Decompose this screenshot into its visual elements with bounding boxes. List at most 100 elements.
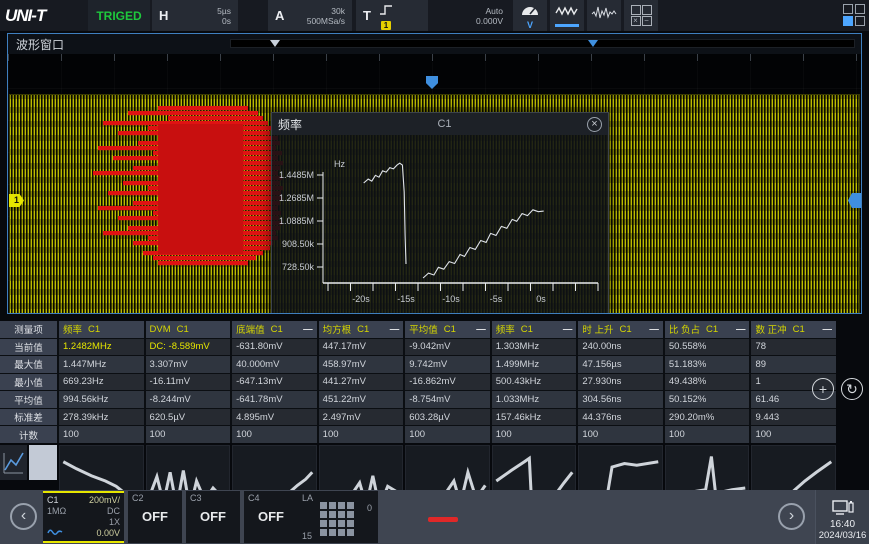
measure-value: 9.443 [751, 409, 836, 426]
system-time: 16:40 [830, 519, 855, 530]
measure-value: -16.862mV [405, 374, 490, 391]
trigger-settings-button[interactable]: T 1 [356, 0, 428, 31]
statistic-dash-icon: — [649, 324, 659, 335]
measure-header[interactable]: 平均值C1— [405, 321, 490, 338]
measure-value: 100 [492, 426, 577, 443]
measure-value: 278.39kHz [59, 409, 144, 426]
channel-c3-card[interactable]: C3 OFF [186, 491, 240, 543]
svg-text:-10s: -10s [442, 294, 460, 304]
channel-c2-card[interactable]: C2 OFF [128, 491, 182, 543]
statistic-dash-icon: — [303, 324, 313, 335]
trend-selected-cell[interactable] [29, 445, 57, 480]
measure-value: 100 [146, 426, 231, 443]
top-toolbar: UNI-T TRIGED H 5µs 0s A 30k 500MSa/s T 1 [0, 0, 869, 31]
row-label: 当前值 [0, 339, 57, 356]
waveform-window-titlebar: 波形窗口 [8, 34, 861, 54]
measure-header[interactable]: DVMC1 [146, 321, 231, 338]
measure-value: 47.156µs [578, 356, 663, 373]
measure-value: 50.152% [665, 391, 750, 408]
svg-text:908.50k: 908.50k [282, 239, 315, 249]
close-icon[interactable]: × [587, 117, 602, 132]
measure-value: 451.22mV [319, 391, 404, 408]
dvm-volt-label: V [527, 21, 533, 29]
measure-header[interactable]: 均方根C1— [319, 321, 404, 338]
row-label: 标准差 [0, 409, 57, 426]
graticule-area: 1 频率 C1 × 1.4485M1.2685M1.0885M908.50k72… [8, 54, 861, 313]
measure-value: DC: -8.589mV [146, 339, 231, 356]
measure-header[interactable]: 时 上升C1— [578, 321, 663, 338]
measure-header[interactable]: 频率C1 [59, 321, 144, 338]
row-label: 测量项 [0, 321, 57, 338]
measure-value: 27.930ns [578, 374, 663, 391]
measure-header[interactable]: 底端值C1— [232, 321, 317, 338]
la-label: LA [302, 493, 313, 503]
measure-value: -8.754mV [405, 391, 490, 408]
measure-value: 157.46kHz [492, 409, 577, 426]
measure-value: 304.56ns [578, 391, 663, 408]
window-dropdown-icon[interactable] [270, 40, 280, 47]
prev-page-button[interactable]: ‹ [10, 503, 37, 530]
add-measurement-button[interactable]: + [812, 378, 834, 400]
horizontal-settings-button[interactable]: H 5µs 0s [152, 0, 238, 31]
measurement-side-tools: + ↻ [812, 378, 863, 400]
acquire-settings-button[interactable]: A 30k 500MSa/s [268, 0, 352, 31]
measure-value: 51.183% [665, 356, 750, 373]
measure-value: 620.5µV [146, 409, 231, 426]
brand-logo: UNI-T [0, 0, 88, 31]
trigger-source-badge: 1 [381, 21, 391, 30]
measure-header[interactable]: 频率C1— [492, 321, 577, 338]
measure-value: 49.438% [665, 374, 750, 391]
statistic-dash-icon: — [736, 324, 746, 335]
oscilloscope-screen: UNI-T TRIGED H 5µs 0s A 30k 500MSa/s T 1 [0, 0, 869, 544]
position-marker-icon[interactable] [588, 40, 598, 47]
measure-value: 447.17mV [319, 339, 404, 356]
waveform-tool-button[interactable] [550, 0, 584, 31]
measure-value: -16.11mV [146, 374, 231, 391]
popup-titlebar[interactable]: 频率 C1 × [272, 113, 608, 135]
window-manage-button[interactable]: × − [624, 0, 658, 31]
measure-header[interactable]: 比 负占C1— [665, 321, 750, 338]
measure-value: 994.56kHz [59, 391, 144, 408]
memory-depth-value: 30k [331, 6, 345, 16]
fft-tool-button[interactable] [587, 0, 621, 31]
horizontal-position-bar[interactable] [230, 39, 855, 48]
svg-text:1.0885M: 1.0885M [279, 216, 314, 226]
c1-impedance: 1MΩ [47, 506, 66, 517]
trigger-mode-readout[interactable]: Auto 0.000V [452, 0, 510, 31]
trigger-mode-value: Auto [486, 6, 504, 16]
channel-c4-card[interactable]: C4 OFF [244, 491, 298, 543]
sample-rate-value: 500MSa/s [307, 16, 345, 26]
trend-chart-icon[interactable] [0, 445, 27, 480]
svg-text:Hz: Hz [334, 159, 345, 169]
measure-value: 2.497mV [319, 409, 404, 426]
measure-value: -647.13mV [232, 374, 317, 391]
layout-switch-button[interactable] [843, 4, 865, 26]
measure-value: 1.447MHz [59, 356, 144, 373]
popup-channel-label: C1 [302, 118, 587, 130]
measure-value: 9.742mV [405, 356, 490, 373]
measure-value: 1.303MHz [492, 339, 577, 356]
c2-id: C2 [132, 493, 178, 503]
logic-analyzer-card[interactable]: LA 0 15 [298, 491, 378, 543]
c1-scale: 200mV/ [89, 495, 120, 506]
row-label: 最大值 [0, 356, 57, 373]
menu-indicator-dash [428, 517, 458, 522]
measure-value: 100 [578, 426, 663, 443]
c1-id: C1 [47, 495, 59, 506]
horizontal-offset-value: 0s [222, 16, 231, 26]
channel-c1-card[interactable]: C1 200mV/ 1MΩ DC 1X 0.00V [43, 491, 124, 543]
measure-header[interactable]: 数 正冲C1— [751, 321, 836, 338]
measure-value: 1.499MHz [492, 356, 577, 373]
dvm-tool-button[interactable]: V [513, 0, 547, 31]
measure-value: 89 [751, 356, 836, 373]
usb-device-icon [832, 500, 854, 519]
statistic-dash-icon: — [563, 324, 573, 335]
svg-text:-15s: -15s [397, 294, 415, 304]
sine-wave-icon [47, 528, 63, 540]
next-page-button[interactable]: › [778, 503, 805, 530]
measure-value: 100 [665, 426, 750, 443]
svg-text:-20s: -20s [352, 294, 370, 304]
rising-edge-icon [379, 2, 393, 20]
refresh-statistics-button[interactable]: ↻ [841, 378, 863, 400]
c4-state: OFF [248, 509, 294, 524]
